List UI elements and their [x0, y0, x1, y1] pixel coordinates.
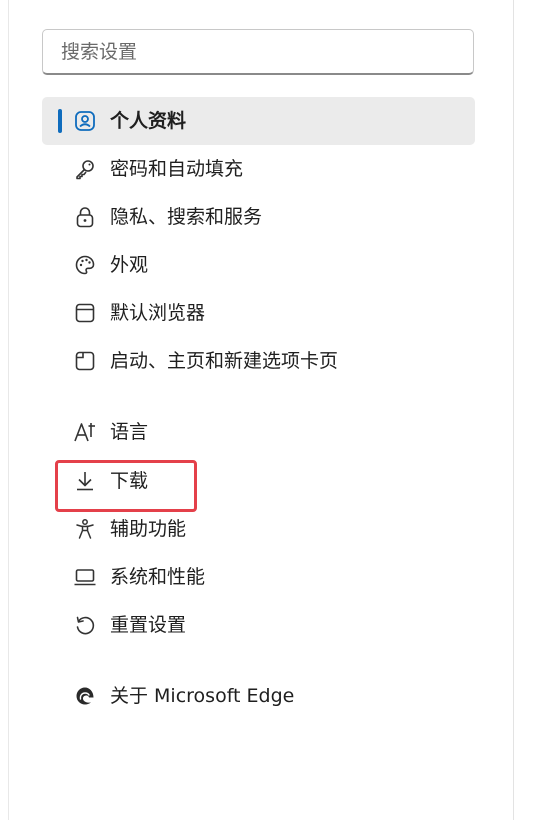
nav-item-privacy[interactable]: 隐私、搜索和服务 — [42, 193, 475, 241]
reset-icon — [73, 613, 97, 637]
browser-window-icon — [73, 301, 97, 325]
nav-item-appearance[interactable]: 外观 — [42, 241, 475, 289]
nav-label: 外观 — [110, 254, 149, 276]
language-icon — [73, 420, 97, 444]
nav-label: 语言 — [110, 421, 149, 443]
laptop-icon — [73, 565, 97, 589]
nav-label: 隐私、搜索和服务 — [110, 206, 263, 228]
nav-item-reset-settings[interactable]: 重置设置 — [42, 601, 475, 649]
nav-label: 系统和性能 — [110, 566, 206, 588]
nav-item-languages[interactable]: 语言 — [42, 408, 475, 456]
search-settings-field[interactable] — [42, 29, 474, 75]
panel-left-border — [8, 0, 9, 820]
panel-divider — [513, 0, 514, 820]
nav-item-default-browser[interactable]: 默认浏览器 — [42, 289, 475, 337]
nav-item-profile[interactable]: 个人资料 — [42, 97, 475, 145]
edge-logo-icon — [73, 684, 97, 708]
nav-item-about-edge[interactable]: 关于 Microsoft Edge — [42, 672, 475, 720]
palette-icon — [73, 253, 97, 277]
nav-label: 个人资料 — [110, 110, 187, 132]
nav-label: 启动、主页和新建选项卡页 — [110, 350, 339, 372]
search-input[interactable] — [43, 30, 473, 73]
accessibility-icon — [73, 517, 97, 541]
nav-label: 默认浏览器 — [110, 302, 206, 324]
nav-label: 密码和自动填充 — [110, 158, 244, 180]
selected-indicator — [58, 109, 62, 133]
lock-icon — [73, 205, 97, 229]
tabs-icon — [73, 349, 97, 373]
nav-item-passwords[interactable]: 密码和自动填充 — [42, 145, 475, 193]
nav-label: 关于 Microsoft Edge — [110, 685, 295, 707]
nav-label: 辅助功能 — [110, 518, 187, 540]
nav-item-start-home-tabs[interactable]: 启动、主页和新建选项卡页 — [42, 337, 475, 385]
nav-item-system-performance[interactable]: 系统和性能 — [42, 553, 475, 601]
highlight-annotation-box — [55, 460, 197, 512]
key-icon — [73, 157, 97, 181]
nav-label: 重置设置 — [110, 614, 187, 636]
nav-item-accessibility[interactable]: 辅助功能 — [42, 505, 475, 553]
profile-icon — [73, 109, 97, 133]
